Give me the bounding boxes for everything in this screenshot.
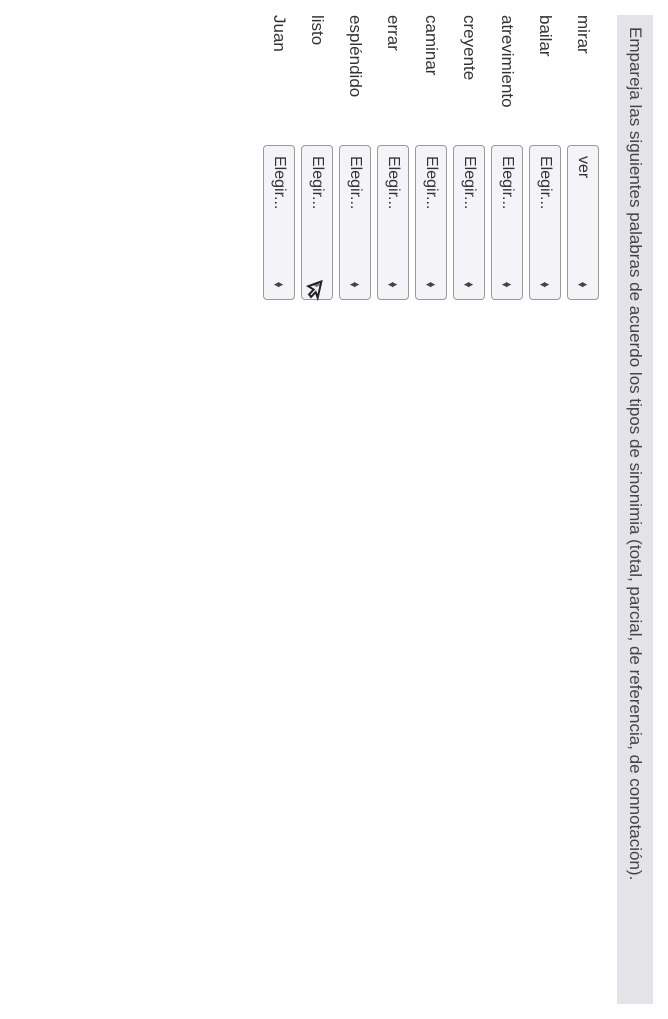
table-row: bailar Elegir... ▲ ▼ [526, 15, 564, 300]
select-arrows-icon: ▲ ▼ [427, 280, 436, 289]
select-esplendido[interactable]: Elegir... ▲ ▼ [339, 145, 371, 300]
word-label-bailar: bailar [526, 15, 564, 145]
select-arrows-icon: ▲ ▼ [579, 280, 588, 289]
select-listo[interactable]: Elegir... ▲ ▼ [301, 145, 333, 300]
select-value: Elegir... [346, 156, 364, 270]
select-value: Elegir... [270, 156, 288, 270]
instruction-text: Empareja las siguientes palabras de acue… [617, 15, 653, 1004]
select-value: Elegir... [308, 156, 326, 270]
select-atrevimiento[interactable]: Elegir... ▲ ▼ [491, 145, 523, 300]
select-arrows-icon: ▲ ▼ [351, 280, 360, 289]
word-label-listo: listo [298, 15, 336, 145]
select-arrows-icon: ▲ ▼ [275, 280, 284, 289]
select-value: Elegir... [460, 156, 478, 270]
word-label-atrevimiento: atrevimiento [488, 15, 526, 145]
select-arrows-icon: ▲ ▼ [313, 280, 322, 289]
select-creyente[interactable]: Elegir... ▲ ▼ [453, 145, 485, 300]
select-value: Elegir... [498, 156, 516, 270]
word-label-esplendido: espléndido [336, 15, 374, 145]
select-bailar[interactable]: Elegir... ▲ ▼ [529, 145, 561, 300]
select-value: ver [574, 156, 592, 270]
word-label-errar: errar [374, 15, 412, 145]
select-mirar[interactable]: ver ▲ ▼ [567, 145, 599, 300]
select-caminar[interactable]: Elegir... ▲ ▼ [415, 145, 447, 300]
matching-table: mirar ver ▲ ▼ bailar Elegir... ▲ ▼ [260, 15, 602, 300]
word-label-creyente: creyente [450, 15, 488, 145]
select-value: Elegir... [536, 156, 554, 270]
word-label-mirar: mirar [564, 15, 602, 145]
table-row: mirar ver ▲ ▼ [564, 15, 602, 300]
select-errar[interactable]: Elegir... ▲ ▼ [377, 145, 409, 300]
table-row: errar Elegir... ▲ ▼ [374, 15, 412, 300]
word-label-caminar: caminar [412, 15, 450, 145]
select-arrows-icon: ▲ ▼ [503, 280, 512, 289]
select-juan[interactable]: Elegir... ▲ ▼ [263, 145, 295, 300]
select-arrows-icon: ▲ ▼ [541, 280, 550, 289]
table-row: creyente Elegir... ▲ ▼ [450, 15, 488, 300]
select-arrows-icon: ▲ ▼ [389, 280, 398, 289]
table-row: caminar Elegir... ▲ ▼ [412, 15, 450, 300]
select-value: Elegir... [422, 156, 440, 270]
table-row: Juan Elegir... ▲ ▼ [260, 15, 298, 300]
word-label-juan: Juan [260, 15, 298, 145]
table-row: espléndido Elegir... ▲ ▼ [336, 15, 374, 300]
select-value: Elegir... [384, 156, 402, 270]
table-row: listo Elegir... ▲ ▼ [298, 15, 336, 300]
table-row: atrevimiento Elegir... ▲ ▼ [488, 15, 526, 300]
select-arrows-icon: ▲ ▼ [465, 280, 474, 289]
